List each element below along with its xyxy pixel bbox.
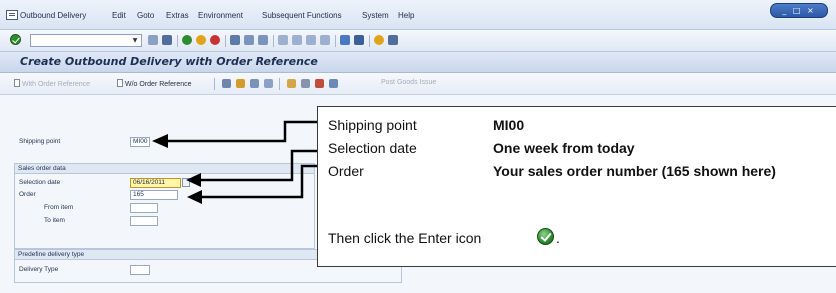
to-item-label: To item — [44, 217, 65, 224]
previous-page-icon[interactable] — [292, 35, 302, 45]
screen-title: Create Outbound Delivery with Order Refe… — [20, 55, 318, 68]
toolbar-separator — [369, 35, 370, 47]
cancel-icon[interactable] — [210, 35, 220, 45]
help-icon[interactable] — [374, 35, 384, 45]
shortcut-icon[interactable] — [354, 35, 364, 45]
sales-order-data-title: Sales order data — [18, 165, 66, 172]
system-menu-icon[interactable] — [6, 10, 18, 20]
delivery-type-label: Delivery Type — [19, 266, 59, 273]
callout-selection-date-value: One week from today — [493, 140, 635, 156]
menu-extras[interactable]: Extras — [166, 11, 189, 20]
command-history-dropdown-icon[interactable]: ▼ — [130, 36, 140, 45]
toolbar-separator — [273, 35, 274, 47]
last-page-icon[interactable] — [320, 35, 330, 45]
from-item-label: From item — [44, 204, 74, 211]
to-item-field[interactable] — [130, 216, 158, 226]
toolbar-separator — [225, 35, 226, 47]
document-flow-icon[interactable] — [222, 79, 231, 88]
callout-shipping-point-value: MI00 — [493, 117, 525, 133]
status-icon[interactable] — [250, 79, 259, 88]
with-order-reference-button[interactable]: With Order Reference — [14, 79, 90, 88]
layout-menu-icon[interactable] — [388, 35, 398, 45]
toolbar-separator — [177, 35, 178, 47]
menu-goto[interactable]: Goto — [137, 11, 154, 20]
order-label: Order — [19, 191, 36, 198]
first-page-icon[interactable] — [278, 35, 288, 45]
menu-outbound-delivery[interactable]: Outbound Delivery — [20, 11, 86, 20]
picking-icon[interactable] — [287, 79, 296, 88]
enter-icon — [537, 228, 554, 245]
wo-order-reference-button[interactable]: W/o Order Reference — [117, 79, 192, 88]
grid-icon[interactable] — [329, 79, 338, 88]
command-field[interactable]: ▼ — [30, 34, 142, 54]
post-goods-issue-button[interactable]: Post Goods Issue — [381, 79, 436, 86]
menu-edit[interactable]: Edit — [112, 11, 126, 20]
menu-system[interactable]: System — [362, 11, 389, 20]
print-icon[interactable] — [230, 35, 240, 45]
shipping-point-field[interactable]: MI00 — [130, 137, 150, 147]
selection-date-field[interactable]: 06/16/2011 — [130, 178, 181, 188]
callout-selection-date-label: Selection date — [328, 140, 417, 156]
instruction-callout: Shipping point MI00 Selection date One w… — [317, 106, 836, 267]
callout-instruction-end: . — [556, 230, 560, 246]
find-next-icon[interactable] — [258, 35, 268, 45]
selection-date-label: Selection date — [19, 179, 61, 186]
find-icon[interactable] — [244, 35, 254, 45]
back-nav-icon[interactable] — [148, 35, 158, 45]
exit-icon[interactable] — [196, 35, 206, 45]
menu-bar: Outbound Delivery Edit Goto Extras Envir… — [0, 0, 836, 30]
toolbar-separator — [279, 78, 280, 90]
menu-help[interactable]: Help — [398, 11, 414, 20]
delivery-type-field[interactable] — [130, 265, 150, 275]
callout-shipping-point-label: Shipping point — [328, 117, 417, 133]
shipping-point-label: Shipping point — [19, 138, 61, 145]
back-icon[interactable] — [182, 35, 192, 45]
standard-toolbar: ▼ — [0, 30, 836, 54]
callout-instruction: Then click the Enter icon — [328, 230, 482, 246]
document-icon — [14, 79, 20, 87]
enter-check-icon[interactable] — [10, 34, 21, 45]
toolbar-separator — [335, 35, 336, 47]
window-controls[interactable]: _ □ × — [770, 3, 828, 18]
sap-screen: Outbound Delivery Edit Goto Extras Envir… — [0, 0, 836, 293]
screen-title-bar: Create Outbound Delivery with Order Refe… — [0, 52, 836, 73]
menu-subsequent-functions[interactable]: Subsequent Functions — [262, 11, 342, 20]
predefine-delivery-type-title: Predefine delivery type — [18, 251, 85, 258]
sales-order-data-header: Sales order data — [15, 164, 314, 174]
application-toolbar: With Order Reference W/o Order Reference… — [0, 73, 836, 95]
document-icon — [117, 79, 123, 87]
packing-icon[interactable] — [301, 79, 310, 88]
calendar-icon[interactable] — [182, 178, 190, 187]
output-icon[interactable] — [315, 79, 324, 88]
callout-order-value: Your sales order number (165 shown here) — [493, 163, 776, 179]
from-item-field[interactable] — [130, 203, 158, 213]
order-field[interactable]: 165 — [130, 190, 178, 200]
toolbar-separator — [214, 78, 215, 90]
partner-icon[interactable] — [236, 79, 245, 88]
save-icon[interactable] — [162, 35, 172, 45]
settings-icon[interactable] — [264, 79, 273, 88]
next-page-icon[interactable] — [306, 35, 316, 45]
callout-order-label: Order — [328, 163, 364, 179]
menu-environment[interactable]: Environment — [198, 11, 243, 20]
new-session-icon[interactable] — [340, 35, 350, 45]
